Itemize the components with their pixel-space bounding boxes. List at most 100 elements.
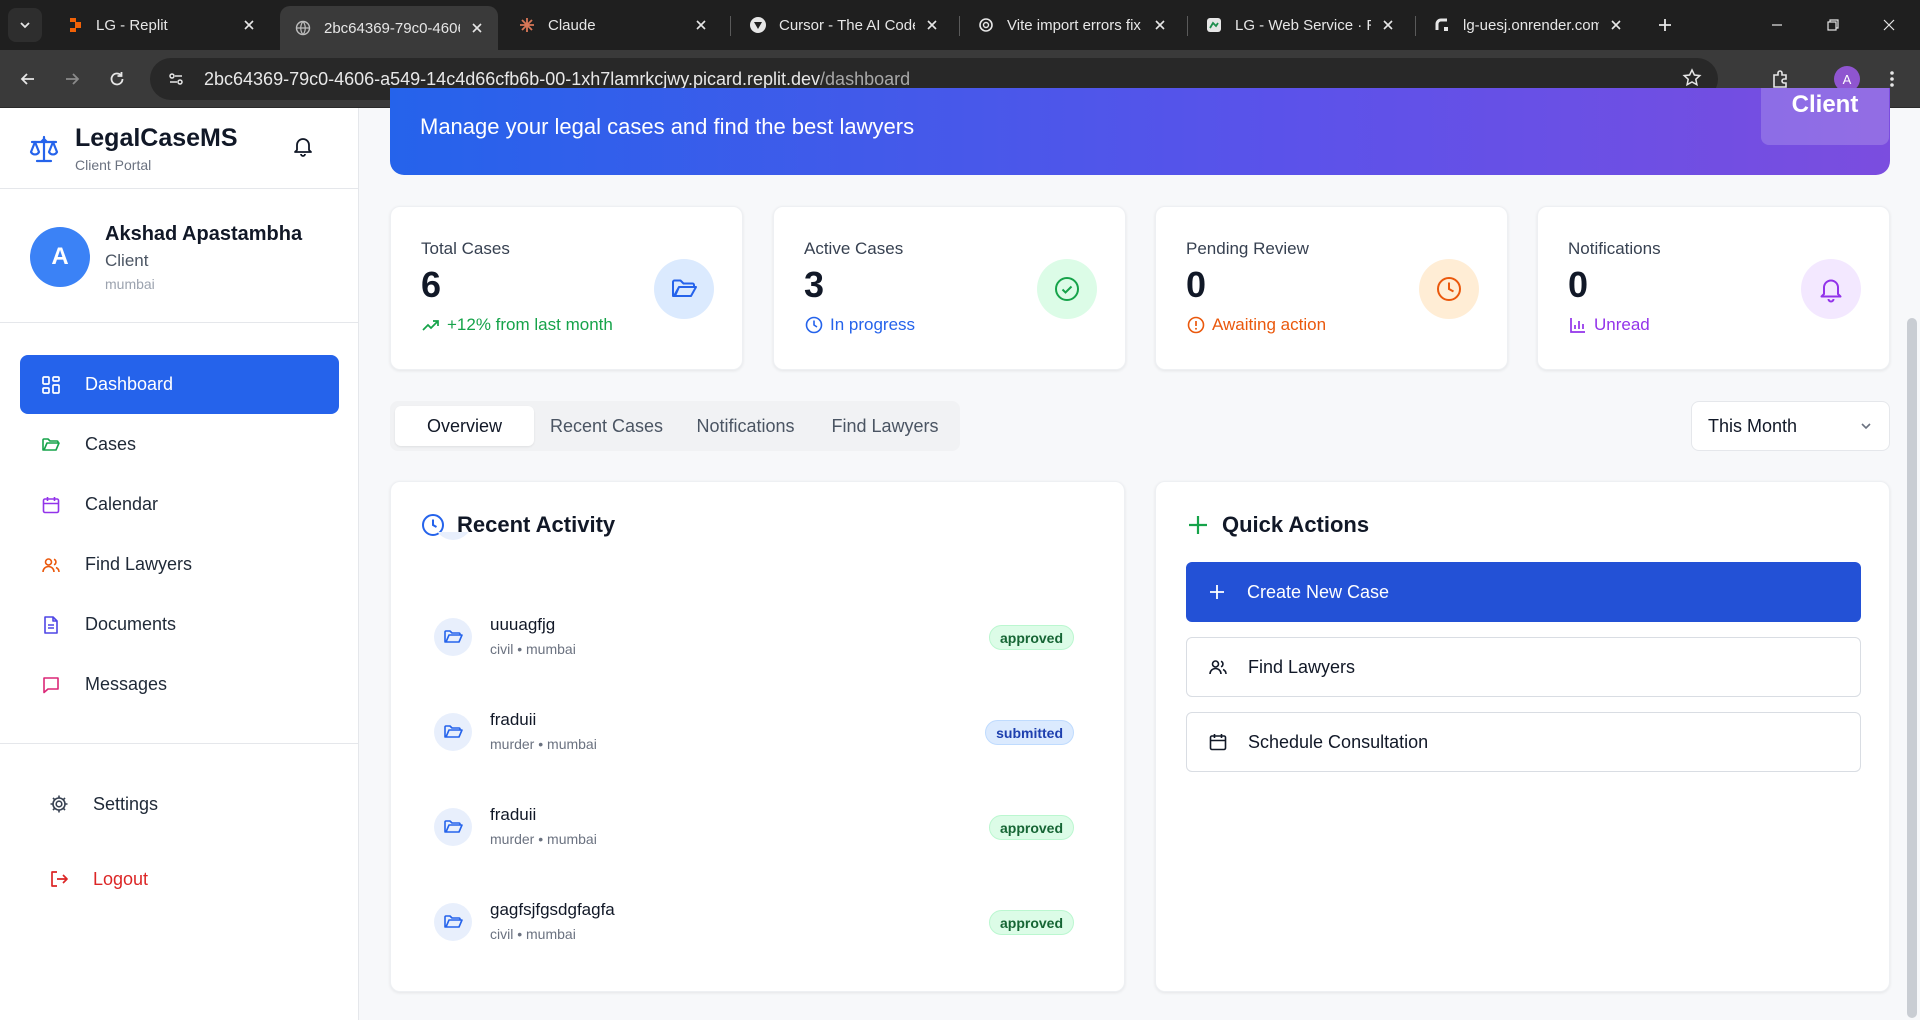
tab-title: Claude xyxy=(548,16,596,34)
sidebar-item-messages[interactable]: Messages xyxy=(20,655,339,714)
forward-button[interactable] xyxy=(56,63,88,95)
create-new-case-button[interactable]: Create New Case xyxy=(1186,562,1861,622)
sidebar-item-calendar[interactable]: Calendar xyxy=(20,475,339,534)
restore-button[interactable] xyxy=(1810,8,1856,42)
browser-tab[interactable]: Vite import errors fix xyxy=(963,6,1181,44)
avatar: A xyxy=(30,227,90,287)
tab-find-lawyers[interactable]: Find Lawyers xyxy=(816,406,954,446)
status-badge: submitted xyxy=(985,720,1074,745)
close-icon[interactable] xyxy=(1151,16,1169,34)
button-label: Create New Case xyxy=(1247,581,1390,602)
schedule-consultation-button[interactable]: Schedule Consultation xyxy=(1186,712,1861,772)
bell-icon xyxy=(1820,279,1842,303)
sidebar-item-label: Messages xyxy=(85,674,168,694)
plus-icon xyxy=(1206,581,1228,603)
bell-icon[interactable] xyxy=(292,135,314,162)
back-button[interactable] xyxy=(12,63,44,95)
cursor-icon xyxy=(749,16,767,34)
list-item[interactable]: gagfsjfgsdgfagfa civil • mumbai approved xyxy=(434,895,1074,951)
sidebar-item-dashboard[interactable]: Dashboard xyxy=(20,355,339,414)
case-meta: murder • mumbai xyxy=(490,736,597,752)
list-item[interactable]: fraduii murder • mumbai approved xyxy=(434,800,1074,856)
tab-notifications[interactable]: Notifications xyxy=(679,406,812,446)
folder-open-icon xyxy=(434,903,472,941)
button-label: Find Lawyers xyxy=(1248,656,1356,677)
calendar-icon xyxy=(1207,731,1229,753)
brand-header: LegalCaseMS Client Portal xyxy=(0,108,359,189)
puzzle-icon xyxy=(1773,70,1787,88)
stat-subtext-label: Awaiting action xyxy=(1212,315,1327,334)
minimize-button[interactable] xyxy=(1754,8,1800,42)
case-meta: civil • mumbai xyxy=(490,926,576,942)
globe-icon xyxy=(294,19,312,37)
tab-overview[interactable]: Overview xyxy=(395,406,534,446)
close-window-button[interactable] xyxy=(1866,8,1912,42)
list-item[interactable]: uuuagfjg civil • mumbai approved xyxy=(434,610,1074,666)
scrollbar-thumb[interactable] xyxy=(1907,318,1917,1018)
close-icon[interactable] xyxy=(1379,16,1397,34)
scale-icon xyxy=(28,134,60,169)
case-title: uuuagfjg xyxy=(490,615,556,634)
period-select[interactable]: This Month xyxy=(1691,401,1890,451)
browser-tab-strip: LG - Replit 2bc64369-79c0-4606 Claude Cu… xyxy=(0,0,1920,50)
check-circle-icon xyxy=(1055,277,1079,301)
tab-recent-cases[interactable]: Recent Cases xyxy=(538,406,675,446)
openai-icon xyxy=(977,16,995,34)
recent-activity-panel: Recent Activity uuuagfjg civil • mumbai … xyxy=(390,481,1125,992)
tab-title: LG - Replit xyxy=(96,16,168,34)
new-tab-button[interactable] xyxy=(1652,12,1678,38)
plus-icon xyxy=(1659,19,1671,31)
tab-title: 2bc64369-79c0-4606 xyxy=(324,19,460,37)
stat-card-total-cases: Total Cases 6 +12% from last month xyxy=(390,206,743,370)
message-icon xyxy=(40,674,62,696)
reload-button[interactable] xyxy=(101,63,133,95)
tab-separator xyxy=(1187,16,1188,36)
browser-tab[interactable]: LG - Replit xyxy=(52,6,270,44)
browser-tab-active[interactable]: 2bc64369-79c0-4606 xyxy=(280,6,498,50)
status-badge: approved xyxy=(988,625,1074,650)
status-badge: approved xyxy=(988,815,1074,840)
sidebar-item-find-lawyers[interactable]: Find Lawyers xyxy=(20,535,339,594)
sidebar-item-cases[interactable]: Cases xyxy=(20,415,339,474)
dashboard-tabs: Overview Recent Cases Notifications Find… xyxy=(390,401,960,451)
browser-tab[interactable]: LG - Web Service · R xyxy=(1191,6,1409,44)
close-icon[interactable] xyxy=(923,16,941,34)
clock-icon xyxy=(804,315,824,335)
browser-tab[interactable]: Claude xyxy=(504,6,722,44)
tab-title: Cursor - The AI Code xyxy=(779,16,915,34)
site-info-icon[interactable] xyxy=(162,65,190,93)
stat-value: 0 xyxy=(1568,264,1589,305)
user-name: Akshad Apastambha xyxy=(105,223,303,245)
tab-search-button[interactable] xyxy=(8,8,42,42)
browser-tab[interactable]: lg-uesj.onrender.com xyxy=(1419,6,1637,44)
settings-link[interactable]: Settings xyxy=(48,793,158,815)
stat-icon-circle xyxy=(654,259,714,319)
case-meta: murder • mumbai xyxy=(490,831,597,847)
replit-icon xyxy=(66,16,84,34)
arrow-left-icon xyxy=(20,73,34,85)
sidebar-divider xyxy=(0,743,359,744)
bar-chart-icon xyxy=(1568,315,1588,335)
logout-link[interactable]: Logout xyxy=(48,868,148,890)
more-vertical-icon xyxy=(1890,71,1894,87)
close-icon[interactable] xyxy=(468,19,486,37)
stat-subtext-label: +12% from last month xyxy=(447,315,613,334)
folder-open-icon xyxy=(434,618,472,656)
page-scrollbar[interactable] xyxy=(1904,108,1920,1020)
claude-icon xyxy=(518,16,536,34)
folder-open-icon xyxy=(434,808,472,846)
list-item[interactable]: fraduii murder • mumbai submitted xyxy=(434,705,1074,761)
restore-icon xyxy=(1827,19,1839,31)
close-icon[interactable] xyxy=(1607,16,1625,34)
plus-icon xyxy=(1186,513,1210,537)
browser-tab[interactable]: Cursor - The AI Code xyxy=(735,6,953,44)
close-icon[interactable] xyxy=(692,16,710,34)
stat-label: Total Cases xyxy=(421,239,510,258)
sidebar: LegalCaseMS Client Portal A Akshad Apast… xyxy=(0,108,359,1020)
find-lawyers-button[interactable]: Find Lawyers xyxy=(1186,637,1861,697)
case-title: fraduii xyxy=(490,805,537,824)
close-icon[interactable] xyxy=(240,16,258,34)
sidebar-item-documents[interactable]: Documents xyxy=(20,595,339,654)
stat-subtext-label: In progress xyxy=(830,315,916,334)
document-icon xyxy=(40,614,62,636)
